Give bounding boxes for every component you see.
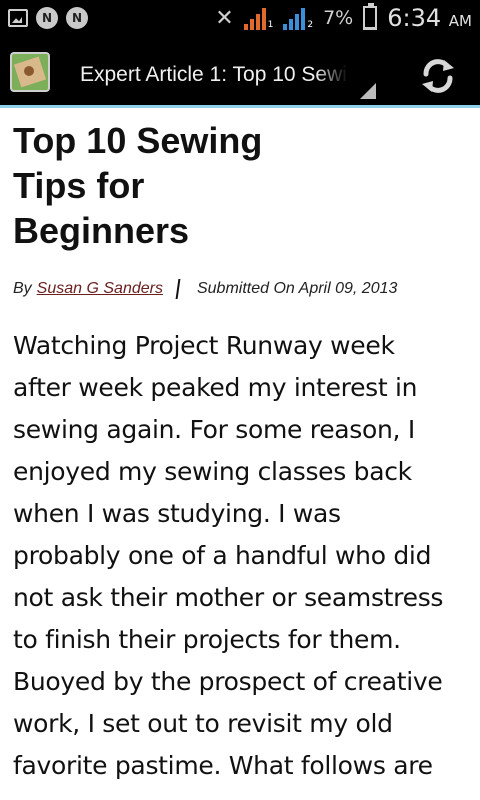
signal-icon: 2 [283, 6, 313, 30]
clock: 6:34 AM [387, 4, 472, 32]
sim2-label: 2 [307, 20, 314, 30]
body-line: work, I set out to revisit my old [13, 709, 393, 738]
submitted-date: Submitted On April 09, 2013 [196, 280, 398, 297]
body-line: to finish their projects for them. [13, 625, 401, 654]
body-line: after week peaked my interest in [13, 373, 418, 402]
system-icons: ✕ 1 2 7% 6:34 AM [215, 3, 472, 32]
notification-icons: N N [8, 7, 88, 29]
byline-separator [175, 279, 181, 299]
n-badge-icon: N [66, 7, 88, 29]
refresh-icon[interactable] [418, 56, 458, 96]
body-line: favorite pastime. What follows are [13, 751, 433, 780]
app-icon[interactable] [10, 52, 50, 92]
action-bar: Expert Article 1: Top 10 Sewing Tips for… [0, 38, 480, 108]
byline: By Susan G Sanders Submitted On April 09… [13, 279, 473, 299]
sim1-label: 1 [267, 20, 274, 30]
status-bar: N N ✕ 1 2 7% 6:34 AM [0, 0, 480, 38]
battery-icon [363, 3, 378, 30]
battery-level [365, 26, 376, 28]
by-label: By [13, 280, 32, 297]
author-link[interactable]: Susan G Sanders [37, 280, 163, 298]
body-line: sewing again. For some reason, I [13, 415, 415, 444]
n-badge-icon: N [36, 7, 58, 29]
body-line: not ask their mother or seamstress [13, 583, 444, 612]
body-line: Buoyed by the prospect of creative [13, 667, 443, 696]
dropdown-indicator-icon[interactable] [360, 83, 376, 99]
article-title-spinner[interactable]: Expert Article 1: Top 10 Sewing Tips for… [80, 63, 348, 87]
body-line: probably one of a handful who did [13, 541, 432, 570]
body-line: Watching Project Runway week [13, 331, 395, 360]
mute-icon: ✕ [215, 5, 234, 31]
article-body: Watching Project Runway week after week … [13, 325, 475, 787]
battery-percent: 7% [323, 7, 354, 29]
signal-icon: 1 [243, 6, 274, 30]
article-headline: Top 10 Sewing Tips for Beginners [13, 120, 263, 251]
image-icon [8, 9, 28, 27]
body-line: enjoyed my sewing classes back [13, 457, 412, 486]
article: Top 10 Sewing Tips for Beginners By Susa… [13, 112, 473, 787]
body-line: when I was studying. I was [13, 499, 341, 528]
